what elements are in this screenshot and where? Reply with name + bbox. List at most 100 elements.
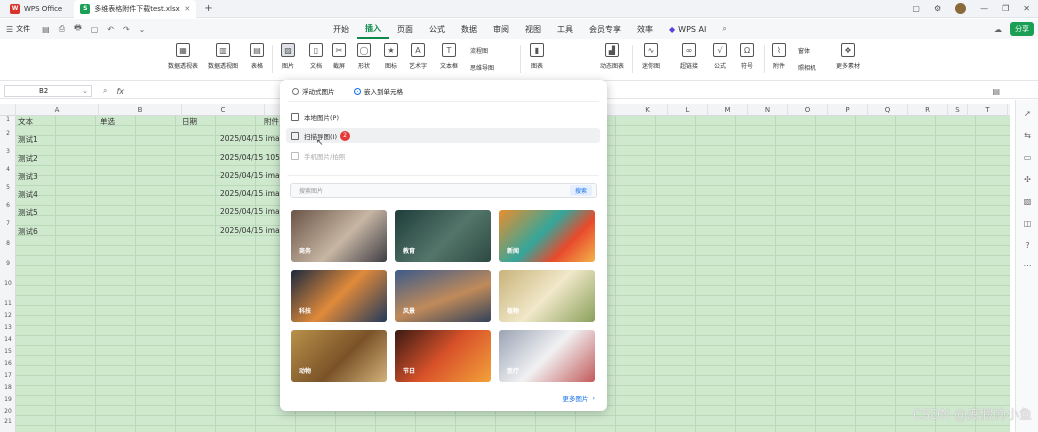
undo-icon[interactable]: ↶ <box>107 25 114 34</box>
row-header[interactable]: 8 <box>0 240 16 247</box>
table-cell[interactable]: 测试5 <box>18 207 38 218</box>
column-header[interactable]: B <box>99 104 182 116</box>
minimize-icon[interactable]: — <box>980 4 988 13</box>
menu-insert[interactable]: 插入 <box>357 19 389 39</box>
attachment-button[interactable]: ⌇ 附件 <box>772 43 786 70</box>
shape-button[interactable]: ◯ 形状 <box>357 43 371 70</box>
header-cell[interactable]: 文本 <box>18 116 33 127</box>
expand-icon[interactable]: ▤ <box>992 87 1000 96</box>
column-header[interactable]: O <box>788 104 828 116</box>
settings-icon[interactable]: ⚙ <box>934 4 941 13</box>
column-header[interactable]: M <box>708 104 748 116</box>
table-cell[interactable]: 测试4 <box>18 189 38 200</box>
row-header[interactable]: 7 <box>0 220 16 227</box>
picture-button[interactable]: ▨ 图片 <box>281 43 295 70</box>
help-icon[interactable]: ? <box>1022 240 1033 251</box>
redo-icon[interactable]: ↷ <box>123 25 130 34</box>
row-header[interactable]: 9 <box>0 260 16 267</box>
tools-icon[interactable]: ✣ <box>1022 174 1033 185</box>
picture-thumbnail[interactable]: 教育 <box>395 210 491 262</box>
flowchart-button[interactable]: 流程图 <box>470 46 488 55</box>
pivot-chart-button[interactable]: ▥ 数据透视图 <box>208 43 238 70</box>
adjust-icon[interactable]: ⇆ <box>1022 130 1033 141</box>
preview-icon[interactable]: ▢ <box>91 25 99 34</box>
save-icon[interactable]: ▤ <box>42 25 50 34</box>
row-header[interactable]: 10 <box>0 280 16 287</box>
table-cell[interactable]: 2025/04/15 ima <box>220 207 280 216</box>
search-icon[interactable]: ⌕ <box>714 19 734 39</box>
menu-start[interactable]: 开始 <box>325 19 357 39</box>
picture-thumbnail[interactable]: 医疗 <box>499 330 595 382</box>
header-cell[interactable]: 单选 <box>100 116 115 127</box>
local-picture-item[interactable]: 本地图片(P) <box>286 109 600 124</box>
table-cell[interactable]: 测试3 <box>18 171 38 182</box>
file-menu[interactable]: 文件 <box>16 24 30 34</box>
camera-button[interactable]: 照相机 <box>798 63 816 72</box>
column-header[interactable]: A <box>16 104 99 116</box>
picture-thumbnail[interactable]: 商务 <box>291 210 387 262</box>
menu-member[interactable]: 会员专享 <box>581 19 629 39</box>
comment-icon[interactable]: ▭ <box>1022 152 1033 163</box>
float-picture-option[interactable]: 浮动式图片 <box>292 86 335 96</box>
scan-picture-item[interactable]: 扫描导图(I) 2 ↖ <box>286 128 600 148</box>
column-header[interactable]: S <box>948 104 968 116</box>
column-header[interactable]: L <box>668 104 708 116</box>
row-header[interactable]: 16 <box>0 360 16 367</box>
table-cell[interactable]: 2025/04/15 ima <box>220 189 280 198</box>
menu-efficiency[interactable]: 效率 <box>629 19 661 39</box>
column-header[interactable]: K <box>628 104 668 116</box>
table-cell[interactable]: 2025/04/15 ima <box>220 171 280 180</box>
column-header[interactable]: Q <box>868 104 908 116</box>
avatar[interactable] <box>955 3 967 14</box>
wordart-button[interactable]: A 艺术字 <box>409 43 427 70</box>
table-cell[interactable]: 测试1 <box>18 134 38 145</box>
row-header[interactable]: 4 <box>0 166 16 173</box>
table-button[interactable]: ▤ 表格 <box>250 43 264 70</box>
picture-search-input[interactable]: 搜索图片 搜索 <box>290 183 597 198</box>
table-cell[interactable]: 测试6 <box>18 226 38 237</box>
row-header[interactable]: 11 <box>0 300 16 307</box>
more-icon[interactable]: ⋯ <box>1022 260 1033 271</box>
column-header[interactable]: C <box>182 104 265 116</box>
column-header[interactable]: N <box>748 104 788 116</box>
menu-data[interactable]: 数据 <box>453 19 485 39</box>
dynamic-chart-button[interactable]: ▟ 动态图表 <box>600 43 624 70</box>
row-header[interactable]: 5 <box>0 184 16 191</box>
row-header[interactable]: 13 <box>0 324 16 331</box>
tab-document[interactable]: S 多维表格附件下载test.xlsx ✕ <box>74 0 197 18</box>
phone-picture-item[interactable]: 手机图片/拍照 <box>286 148 600 163</box>
row-header[interactable]: 18 <box>0 384 16 391</box>
row-header[interactable]: 3 <box>0 148 16 155</box>
textbox-button[interactable]: T 文本框 <box>440 43 458 70</box>
menu-formula[interactable]: 公式 <box>421 19 453 39</box>
menu-review[interactable]: 审阅 <box>485 19 517 39</box>
close-window-icon[interactable]: ✕ <box>1023 4 1030 13</box>
document-button[interactable]: ▯ 文档 <box>309 43 323 70</box>
cursor-icon[interactable]: ➚ <box>1022 108 1033 119</box>
row-header[interactable]: 2 <box>0 130 16 137</box>
column-header[interactable]: P <box>828 104 868 116</box>
formula-button[interactable]: √ 公式 <box>713 43 727 70</box>
chart-button[interactable]: ▮ 图表 <box>530 43 544 70</box>
window-mode-icon[interactable]: ▢ <box>912 4 920 13</box>
name-box[interactable]: B2 ⌄ <box>4 85 92 97</box>
picture-thumbnail[interactable]: 风景 <box>395 270 491 322</box>
table-cell[interactable]: 测试2 <box>18 153 38 164</box>
row-header[interactable]: 15 <box>0 348 16 355</box>
table-cell[interactable]: 2025/04/15 ima <box>220 226 280 235</box>
zoom-icon[interactable]: ⌕ <box>103 86 107 96</box>
symbol-button[interactable]: Ω 符号 <box>740 43 754 70</box>
embed-cell-option[interactable]: 嵌入到单元格 <box>354 86 403 96</box>
row-header[interactable]: 17 <box>0 372 16 379</box>
menu-tools[interactable]: 工具 <box>549 19 581 39</box>
row-header[interactable]: 12 <box>0 312 16 319</box>
sparkline-button[interactable]: ∿ 迷你图 <box>642 43 660 70</box>
new-tab-button[interactable]: + <box>204 3 212 14</box>
row-header[interactable]: 6 <box>0 202 16 209</box>
row-header[interactable]: 1 <box>0 116 16 123</box>
row-header[interactable]: 21 <box>0 418 16 425</box>
cloud-icon[interactable]: ☁ <box>994 25 1002 34</box>
select-all[interactable] <box>0 104 16 116</box>
screenshot-button[interactable]: ✂ 截屏 <box>332 43 346 70</box>
mindmap-button[interactable]: 思维导图 <box>470 63 494 72</box>
